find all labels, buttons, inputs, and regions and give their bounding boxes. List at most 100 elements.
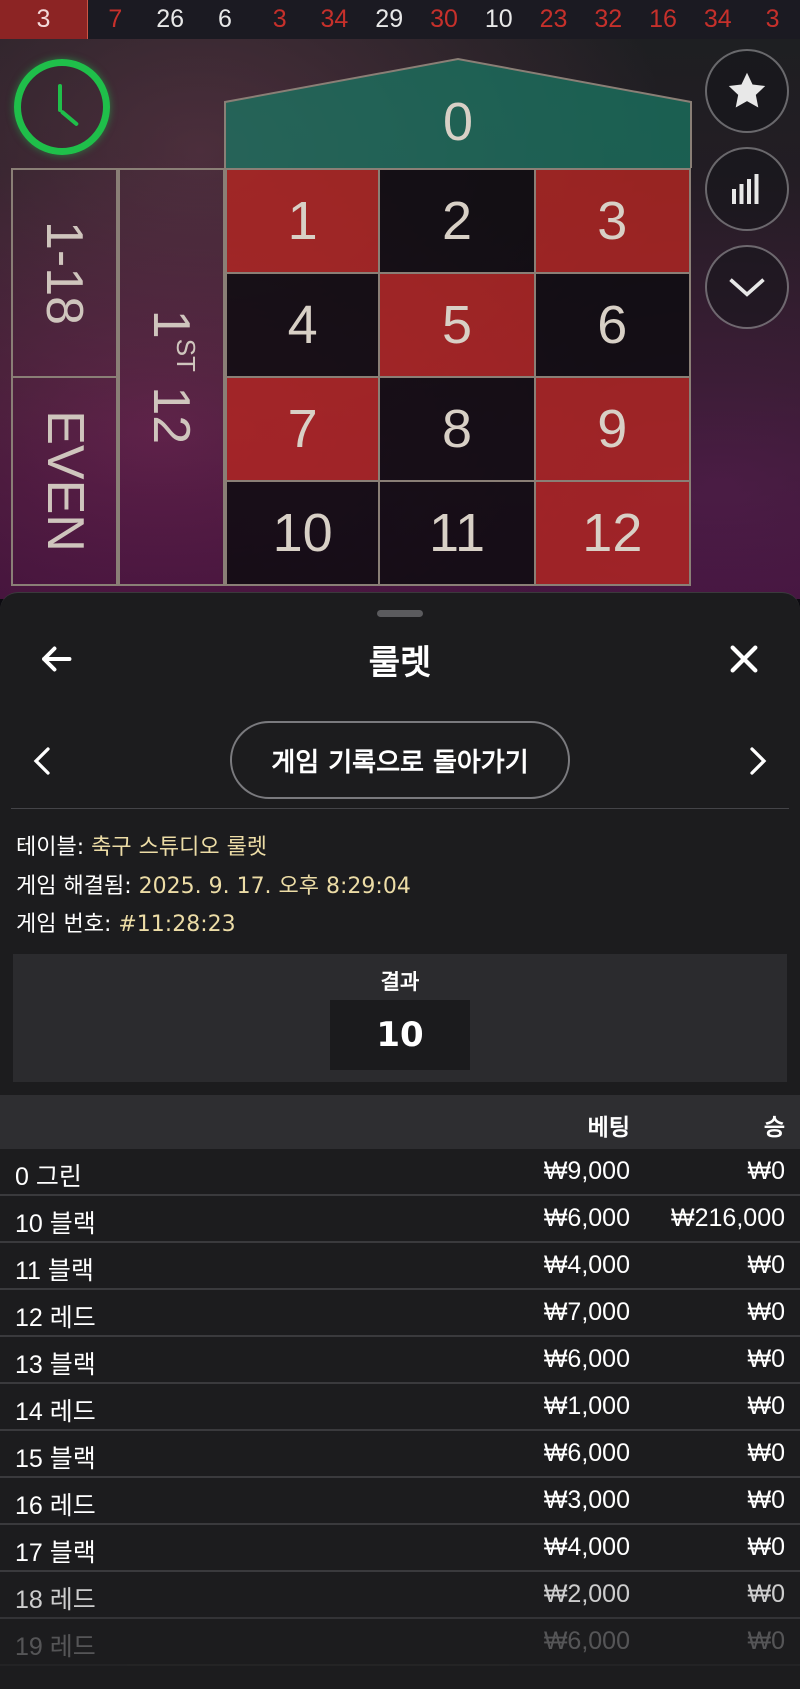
- bet-name: 19 레드: [15, 1633, 96, 1661]
- result-panel: 결과 10: [13, 954, 787, 1082]
- clock-icon: [14, 59, 110, 155]
- roulette-table-area: 0 1 2 3 4 5 6 7 8 9 10 11 12 1-18 EVEN 1ST 12: [0, 39, 800, 599]
- history-result: 32: [594, 5, 623, 33]
- sheet-title: 룰렛: [368, 643, 432, 683]
- bet-name: 12 레드: [15, 1304, 96, 1332]
- table-row: 14 레드 ₩1,000 ₩0: [0, 1384, 800, 1431]
- bet-spot-number[interactable]: 11: [380, 482, 536, 586]
- bet-spot-number[interactable]: 10: [225, 482, 381, 586]
- history-result: 30: [430, 5, 458, 33]
- bet-name: 0 그린: [15, 1163, 82, 1191]
- bet-name: 18 레드: [15, 1586, 96, 1614]
- statistics-button[interactable]: [705, 147, 789, 231]
- history-result: 26: [156, 5, 185, 33]
- history-result: 10: [484, 5, 513, 33]
- table-row: 18 레드 ₩2,000 ₩0: [0, 1572, 800, 1619]
- game-number-value: #11:28:23: [118, 912, 236, 937]
- history-current-result: 3: [0, 0, 88, 39]
- bet-spot-number[interactable]: 1: [225, 170, 381, 274]
- bet-spot-number[interactable]: 4: [225, 274, 381, 378]
- bet-spot-1-18[interactable]: 1-18: [11, 168, 118, 378]
- history-result: 34: [320, 5, 349, 33]
- bet-spot-number[interactable]: 8: [380, 378, 536, 482]
- history-result: 34: [703, 5, 732, 33]
- table-info-label: 테이블:: [16, 835, 92, 860]
- number-grid: 1 2 3 4 5 6 7 8 9 10 11 12: [225, 168, 691, 586]
- bet-spot-1-18-label: 1-18: [35, 220, 94, 326]
- next-game-button[interactable]: [740, 735, 776, 787]
- bet-name: 14 레드: [15, 1398, 96, 1426]
- column-header-win: 승: [763, 1115, 785, 1141]
- bet-amount: ₩6,000: [543, 1345, 630, 1373]
- star-icon: [728, 72, 766, 108]
- table-row: 12 레드 ₩7,000 ₩0: [0, 1290, 800, 1337]
- bet-amount: ₩2,000: [543, 1580, 630, 1608]
- bet-spot-number[interactable]: 7: [225, 378, 381, 482]
- win-amount: ₩0: [747, 1439, 786, 1467]
- bet-spot-first-dozen-label: 1ST 12: [142, 309, 202, 445]
- history-strip: 3 7 26 6 3 34 29 30 10 23 32 16 34 3: [0, 0, 800, 39]
- bet-name: 17 블랙: [15, 1539, 96, 1567]
- bet-spot-number[interactable]: 3: [535, 170, 691, 274]
- game-number-label: 게임 번호:: [16, 912, 119, 937]
- chevron-left-icon: [33, 747, 50, 775]
- bet-spot-number[interactable]: 9: [535, 378, 691, 482]
- table-row: 0 그린 ₩9,000 ₩0: [0, 1149, 800, 1196]
- bet-amount: ₩1,000: [543, 1392, 630, 1420]
- table-row: 17 블랙 ₩4,000 ₩0: [0, 1525, 800, 1572]
- bar-chart-icon: [732, 174, 759, 204]
- win-amount: ₩0: [747, 1580, 786, 1608]
- bet-amount: ₩6,000: [543, 1627, 630, 1655]
- bet-spot-even[interactable]: EVEN: [11, 376, 118, 586]
- history-result: 23: [539, 5, 568, 33]
- bet-amount: ₩7,000: [543, 1298, 630, 1326]
- bet-name: 13 블랙: [15, 1351, 96, 1379]
- zero-outline: [224, 57, 692, 168]
- sheet-drag-handle[interactable]: [377, 610, 423, 617]
- chevron-right-icon: [750, 747, 767, 775]
- table-row: 16 레드 ₩3,000 ₩0: [0, 1478, 800, 1525]
- table-row: 10 블랙 ₩6,000 ₩216,000: [0, 1196, 800, 1243]
- history-result: 29: [375, 5, 404, 33]
- bet-spot-number[interactable]: 5: [380, 274, 536, 378]
- history-result: 7: [108, 5, 123, 33]
- bet-amount: ₩6,000: [543, 1204, 630, 1232]
- win-amount: ₩0: [747, 1486, 786, 1514]
- win-amount: ₩216,000: [671, 1204, 785, 1232]
- previous-game-button[interactable]: [24, 735, 60, 787]
- win-amount: ₩0: [747, 1533, 786, 1561]
- bet-name: 10 블랙: [15, 1210, 96, 1238]
- bet-spot-number[interactable]: 6: [535, 274, 691, 378]
- bet-name: 15 블랙: [15, 1445, 96, 1473]
- collapse-button[interactable]: [705, 245, 789, 329]
- game-number-info: 게임 번호: #11:28:23: [16, 906, 236, 938]
- bet-spot-first-dozen[interactable]: 1ST 12: [118, 168, 225, 586]
- bet-amount: ₩3,000: [543, 1486, 630, 1514]
- bet-spot-even-label: EVEN: [35, 410, 94, 552]
- close-button[interactable]: [718, 633, 770, 685]
- history-result: 16: [649, 5, 677, 33]
- win-amount: ₩0: [747, 1627, 786, 1655]
- favorite-button[interactable]: [705, 49, 789, 133]
- bet-spot-number[interactable]: 12: [535, 482, 691, 586]
- bet-name: 11 블랙: [15, 1257, 94, 1285]
- win-amount: ₩0: [747, 1251, 786, 1279]
- table-row: 15 블랙 ₩6,000 ₩0: [0, 1431, 800, 1478]
- bet-amount: ₩4,000: [543, 1533, 630, 1561]
- win-amount: ₩0: [747, 1298, 786, 1326]
- bet-spot-number[interactable]: 2: [380, 170, 536, 274]
- history-result: 3: [272, 5, 287, 33]
- bet-amount: ₩6,000: [543, 1439, 630, 1467]
- column-header-bet: 베팅: [587, 1115, 630, 1141]
- result-label: 결과: [380, 970, 420, 994]
- close-icon: [730, 645, 758, 673]
- bets-table-body: 0 그린 ₩9,000 ₩0 10 블랙 ₩6,000 ₩216,000 11 블랙 ₩4,0…: [0, 1149, 800, 1666]
- table-row: 19 레드 ₩6,000 ₩0: [0, 1619, 800, 1666]
- bets-table-header: 베팅 승: [0, 1095, 800, 1149]
- back-to-game-history-button[interactable]: 게임 기록으로 돌아가기: [230, 721, 570, 799]
- result-value: 10: [330, 1000, 470, 1070]
- bet-name: 16 레드: [15, 1492, 96, 1520]
- win-amount: ₩0: [747, 1392, 786, 1420]
- win-amount: ₩0: [747, 1345, 786, 1373]
- chevron-down-icon: [729, 278, 765, 297]
